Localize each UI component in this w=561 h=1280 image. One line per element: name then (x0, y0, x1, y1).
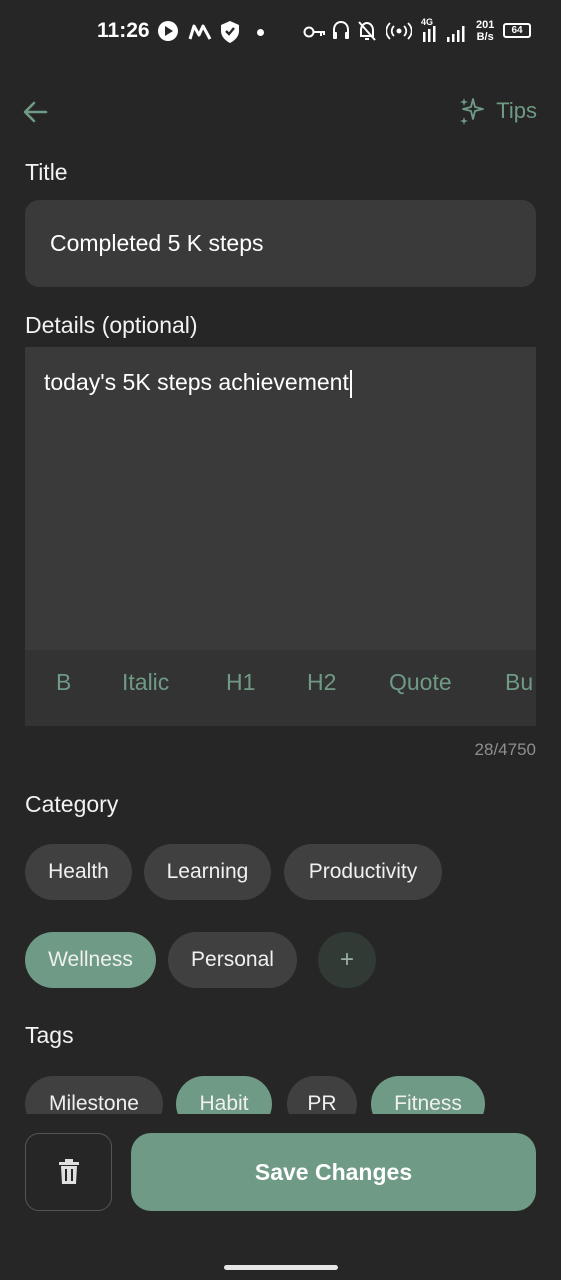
format-toolbar: B Italic H1 H2 Quote Bu (25, 650, 536, 726)
play-icon (158, 21, 178, 41)
hotspot-icon (386, 22, 412, 40)
home-indicator[interactable] (224, 1265, 338, 1270)
signal-icon (423, 26, 465, 42)
save-changes-label: Save Changes (254, 1158, 413, 1185)
category-chip-learning[interactable]: Learning (144, 844, 271, 900)
trash-icon (58, 1159, 79, 1184)
notification-dot-icon (257, 29, 264, 36)
tag-chip-milestone[interactable]: Milestone (25, 1076, 163, 1114)
sparkles-icon (460, 98, 485, 125)
shield-icon (221, 21, 239, 43)
category-label: Category (25, 791, 119, 817)
tags-label: Tags (25, 1022, 74, 1048)
tips-button[interactable]: Tips (458, 96, 537, 126)
details-value: today's 5K steps achievement (44, 369, 349, 395)
delete-button[interactable] (25, 1133, 112, 1211)
tag-chip-habit[interactable]: Habit (176, 1076, 272, 1114)
add-category-button[interactable]: + (318, 932, 376, 988)
category-chip-health[interactable]: Health (25, 844, 132, 900)
net-speed-unit: B/s (476, 31, 494, 43)
category-chip-productivity[interactable]: Productivity (284, 844, 442, 900)
quote-button[interactable]: Quote (389, 669, 452, 696)
h2-button[interactable]: H2 (307, 669, 336, 696)
net-speed-value: 201 (476, 19, 495, 31)
title-input[interactable]: Completed 5 K steps (25, 200, 536, 287)
details-label: Details (optional) (25, 312, 198, 338)
key-icon (303, 26, 325, 38)
save-changes-button[interactable]: Save Changes (131, 1133, 536, 1211)
app-m-icon (188, 24, 212, 40)
battery-icon: 64 (503, 23, 531, 38)
category-chip-wellness[interactable]: Wellness (25, 932, 156, 988)
tag-chip-pr[interactable]: PR (287, 1076, 357, 1114)
bold-button[interactable]: B (56, 669, 71, 696)
tips-label: Tips (496, 98, 537, 123)
status-time: 11:26 (97, 19, 150, 42)
text-cursor (349, 369, 352, 398)
bell-off-icon (358, 21, 376, 41)
tag-chip-fitness[interactable]: Fitness (371, 1076, 485, 1114)
bullet-button[interactable]: Bu (505, 669, 533, 696)
character-counter: 28/4750 (474, 740, 536, 759)
title-value: Completed 5 K steps (50, 230, 264, 256)
title-label: Title (25, 159, 68, 185)
back-arrow-icon[interactable] (20, 96, 52, 128)
battery-level: 64 (511, 25, 523, 36)
status-bar: 11:26 4G 201 B/s 64 (0, 0, 561, 64)
h1-button[interactable]: H1 (226, 669, 255, 696)
tags-list: Milestone Habit PR Fitness (0, 1070, 561, 1114)
details-textarea[interactable]: today's 5K steps achievement (25, 347, 536, 650)
italic-button[interactable]: Italic (122, 669, 169, 696)
category-chip-personal[interactable]: Personal (168, 932, 297, 988)
headset-icon (333, 20, 349, 39)
